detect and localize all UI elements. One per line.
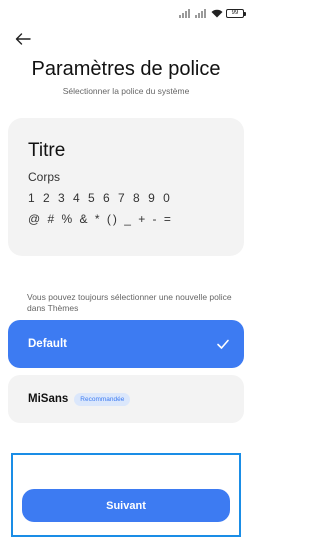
status-bar: 99 <box>0 0 252 26</box>
preview-title: Titre <box>28 140 66 161</box>
signal-icon-2 <box>195 9 208 18</box>
preview-digits: 1 2 3 4 5 6 7 8 9 0 <box>28 191 173 205</box>
back-arrow-icon[interactable] <box>12 30 34 48</box>
info-text: Vous pouvez toujours sélectionner une no… <box>27 292 232 313</box>
option-label: Default <box>28 338 67 350</box>
font-preview-card: Titre Corps 1 2 3 4 5 6 7 8 9 0 @ # % & … <box>8 118 244 256</box>
page-title: Paramètres de police <box>31 58 221 80</box>
checkmark-icon <box>217 339 229 349</box>
battery-icon: 99 <box>226 9 246 18</box>
option-label: MiSans <box>28 393 69 405</box>
font-option-default[interactable]: Default <box>8 320 244 368</box>
font-option-misans[interactable]: MiSans Recommandée <box>8 375 244 423</box>
status-icons: 99 <box>179 9 246 18</box>
recommended-badge: Recommandée <box>74 392 131 406</box>
next-button[interactable]: Suivant <box>22 489 230 522</box>
preview-body: Corps <box>28 170 61 184</box>
signal-icon <box>179 9 192 18</box>
wifi-icon <box>211 9 223 18</box>
preview-symbols: @ # % & * () _ + - = <box>28 212 173 226</box>
page-subtitle: Sélectionner la police du système <box>62 86 190 96</box>
